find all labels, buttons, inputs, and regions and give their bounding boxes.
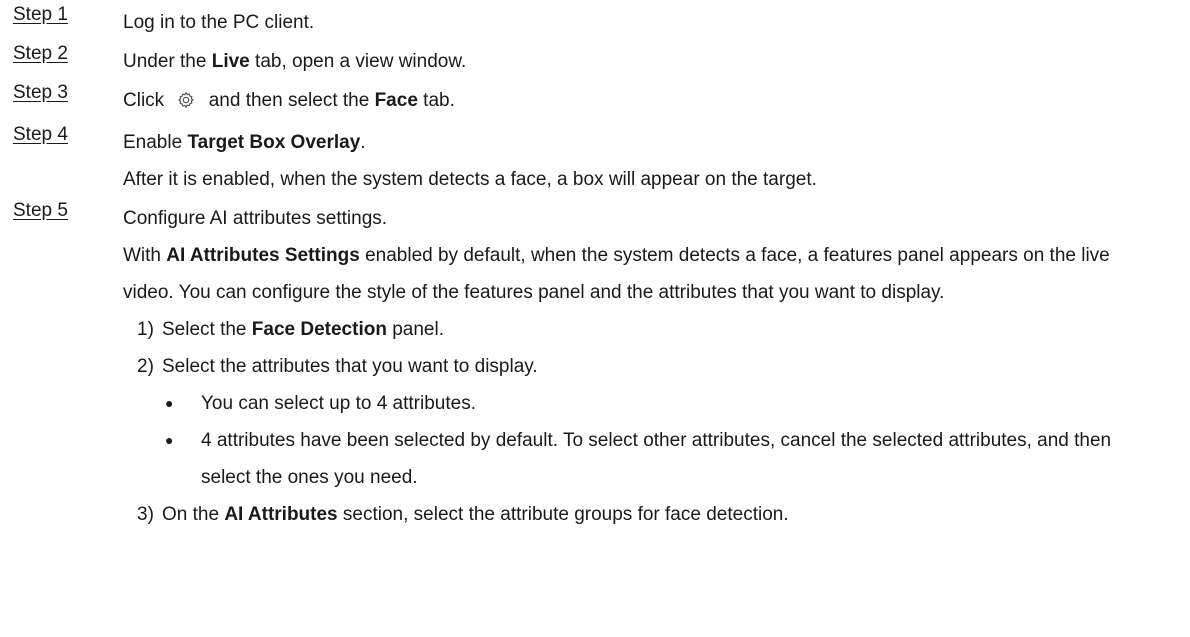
bullet-icon: ● bbox=[165, 432, 174, 448]
substep-1: 1) Select the Face Detection panel. bbox=[123, 311, 1173, 348]
step-label: Step 4 bbox=[13, 124, 68, 145]
bullet-text: You can select up to 4 attributes. bbox=[201, 393, 476, 414]
ui-term: AI Attributes Settings bbox=[166, 245, 360, 266]
step-instruction: Log in to the PC client. bbox=[123, 12, 315, 33]
step-instruction: Under the Live tab, open a view window. bbox=[123, 51, 467, 72]
substep-text: Select the attributes that you want to d… bbox=[162, 356, 538, 377]
step-instruction: Configure AI attributes settings. bbox=[123, 208, 388, 229]
ui-term: AI Attributes bbox=[224, 504, 338, 525]
bullet-text: 4 attributes have been selected by defau… bbox=[201, 430, 1112, 488]
bullet-item: ● You can select up to 4 attributes. bbox=[123, 385, 1173, 422]
step-instruction: Enable Target Box Overlay. bbox=[123, 132, 366, 153]
ui-term: Face bbox=[374, 90, 418, 111]
step-label: Step 5 bbox=[13, 200, 68, 221]
bullet-icon: ● bbox=[165, 395, 174, 411]
step-4: Step 4 Enable Target Box Overlay. After … bbox=[0, 124, 1190, 198]
step-label: Step 2 bbox=[13, 43, 68, 64]
step-2: Step 2 Under the Live tab, open a view w… bbox=[0, 43, 1190, 80]
substep-number: 3) bbox=[137, 504, 154, 525]
substep-2: 2) Select the attributes that you want t… bbox=[123, 348, 1173, 385]
substep-number: 2) bbox=[137, 356, 154, 377]
step-1: Step 1 Log in to the PC client. bbox=[0, 4, 1190, 41]
bullet-item: ● 4 attributes have been selected by def… bbox=[123, 422, 1173, 496]
substep-number: 1) bbox=[137, 319, 154, 340]
document-page: Step 1 Log in to the PC client. Step 2 U… bbox=[0, 0, 1190, 637]
gear-icon bbox=[177, 85, 195, 122]
step-description: With AI Attributes Settings enabled by d… bbox=[123, 245, 1110, 303]
step-result-note: After it is enabled, when the system det… bbox=[123, 169, 817, 190]
ui-term: Target Box Overlay bbox=[187, 132, 361, 153]
step-instruction: Click and then select the Face tab. bbox=[123, 82, 1173, 122]
step-label: Step 3 bbox=[13, 82, 68, 103]
substep-3: 3) On the AI Attributes section, select … bbox=[123, 496, 1173, 533]
step-3: Step 3 Click and then select the Face ta… bbox=[0, 82, 1190, 122]
ui-term: Face Detection bbox=[251, 319, 387, 340]
step-label: Step 1 bbox=[13, 4, 68, 25]
ui-term: Live bbox=[211, 51, 250, 72]
step-5: Step 5 Configure AI attributes settings.… bbox=[0, 200, 1190, 533]
